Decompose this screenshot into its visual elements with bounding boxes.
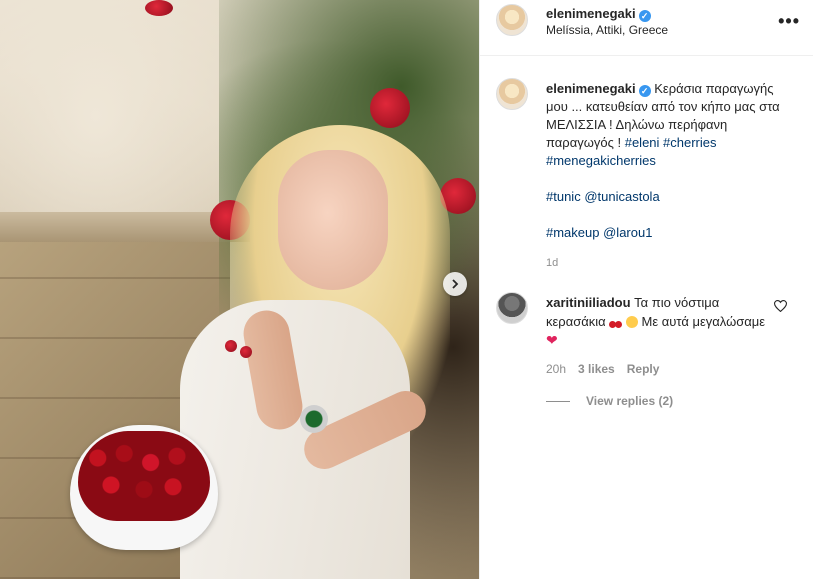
makeup-line: #makeup @larou1	[546, 224, 786, 242]
commenter-avatar[interactable]	[496, 292, 528, 324]
more-options-icon[interactable]: •••	[778, 11, 800, 32]
post-header: elenimenegaki ✓ Melíssia, Attiki, Greece …	[480, 0, 813, 56]
caption-body: elenimenegaki ✓ Κεράσια παραγωγής μου ...…	[546, 80, 786, 170]
cherry-emoji-icon	[609, 315, 623, 328]
heart-outline-icon[interactable]	[773, 300, 788, 315]
hashtag-makeup[interactable]: #makeup	[546, 225, 599, 240]
cherry	[240, 346, 252, 358]
chevron-right-icon	[452, 279, 459, 289]
comment-text-part2: Με αυτά μεγαλώσαμε	[641, 314, 766, 329]
verified-badge-icon: ✓	[638, 10, 651, 22]
caption-avatar[interactable]	[496, 78, 528, 110]
rose	[145, 0, 173, 16]
comment-likes[interactable]: 3 likes	[578, 362, 615, 376]
verified-badge-icon: ✓	[638, 85, 651, 97]
person-face	[278, 150, 388, 290]
tunic-line: #tunic @tunicastola	[546, 188, 786, 206]
reply-button[interactable]: Reply	[627, 362, 660, 376]
cherry	[225, 340, 237, 352]
comment-username[interactable]: xaritiniiliadou	[546, 295, 631, 310]
location-link[interactable]: Melíssia, Attiki, Greece	[546, 23, 668, 37]
hashtag-tunic[interactable]: #tunic	[546, 189, 581, 204]
avatar[interactable]	[496, 4, 528, 36]
post-panel: elenimenegaki ✓ Melíssia, Attiki, Greece …	[479, 0, 813, 579]
caption: elenimenegaki ✓ Κεράσια παραγωγής μου ...…	[546, 80, 786, 242]
cherry-bowl	[70, 425, 218, 550]
mention-tunicastola[interactable]: @tunicastola	[584, 189, 659, 204]
replies-divider	[546, 400, 570, 402]
header-user: elenimenegaki ✓	[546, 5, 651, 23]
caption-username[interactable]: elenimenegaki	[546, 81, 636, 96]
wristwatch	[300, 405, 328, 433]
heart-emoji-icon: ❤	[546, 332, 558, 348]
cherries	[78, 431, 210, 521]
view-replies-label: View replies (2)	[586, 394, 674, 408]
post-image[interactable]	[0, 0, 479, 579]
comment-meta: 20h 3 likes Reply	[546, 362, 659, 376]
comment: xaritiniiliadou Τα πιο νόστιμα κερασάκια…	[546, 293, 766, 350]
mention-larou1[interactable]: @larou1	[603, 225, 652, 240]
next-image-button[interactable]	[443, 272, 467, 296]
username-link[interactable]: elenimenegaki	[546, 6, 636, 21]
view-replies-button[interactable]: View replies (2)	[546, 394, 673, 408]
smile-emoji-icon	[625, 316, 638, 328]
caption-timestamp[interactable]: 1d	[546, 257, 558, 269]
rose	[370, 88, 410, 128]
comment-timestamp[interactable]: 20h	[546, 362, 566, 376]
